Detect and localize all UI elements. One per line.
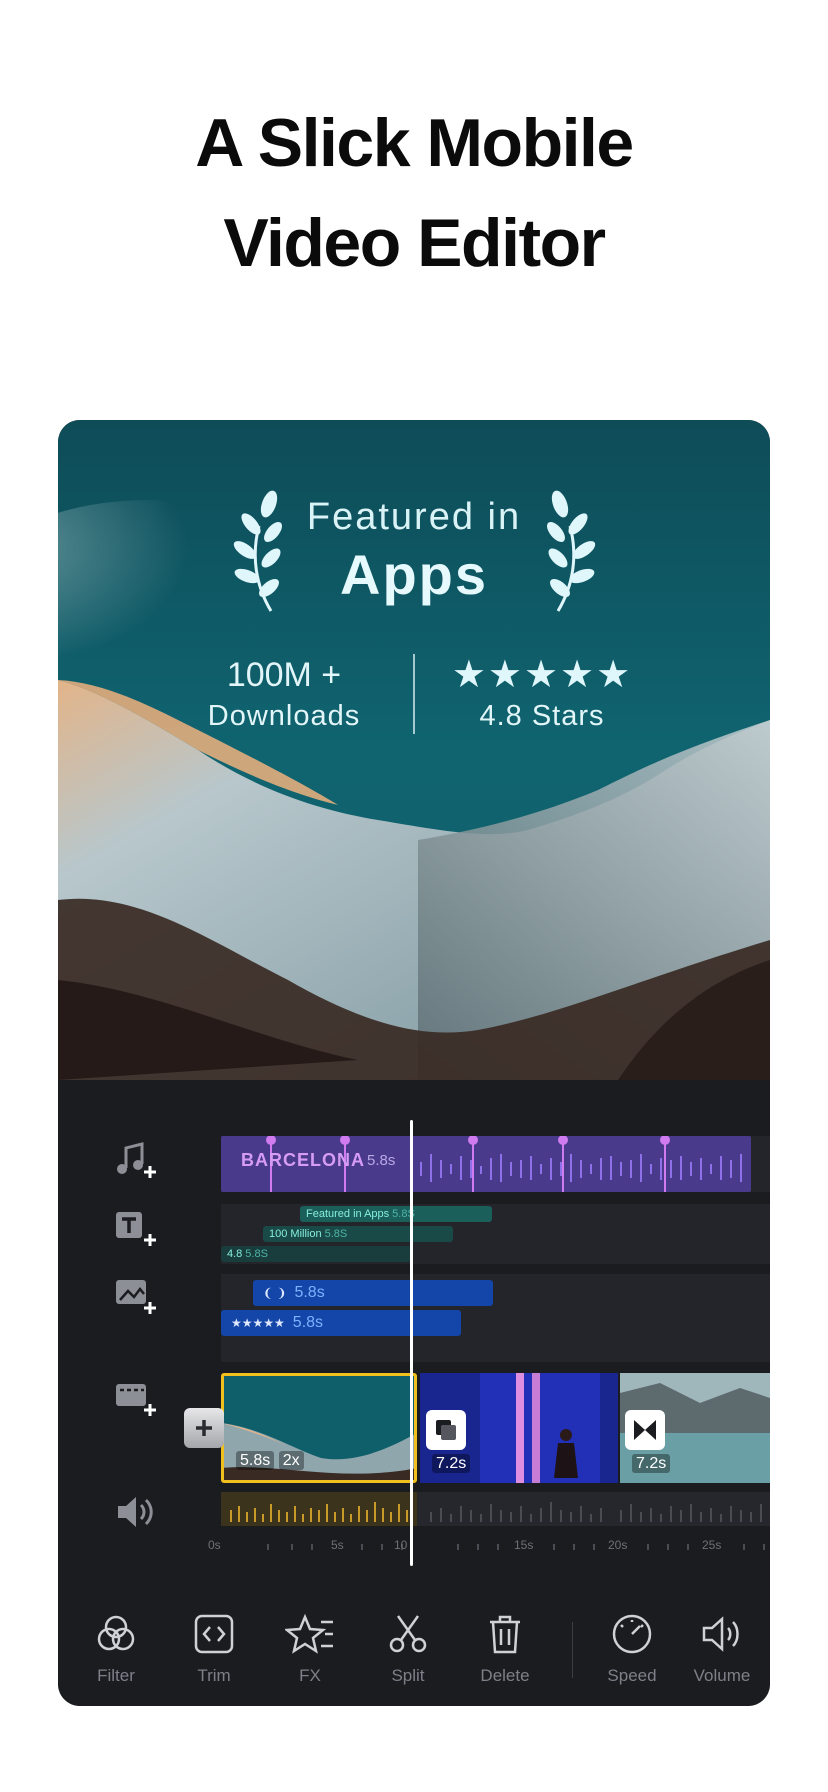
- trim-icon: [194, 1614, 234, 1654]
- headline-line-1: A Slick Mobile: [195, 105, 634, 181]
- downloads-value: 100M +: [226, 656, 342, 694]
- speed-button[interactable]: Speed: [586, 1612, 678, 1686]
- ruler-label: 15s: [514, 1538, 534, 1552]
- text-clip[interactable]: 100 Million 5.8S: [263, 1226, 453, 1242]
- rating-stat: ★★★★★ 4.8 Stars: [412, 654, 672, 736]
- volume-button[interactable]: Volume: [676, 1612, 768, 1686]
- split-button[interactable]: Split: [362, 1612, 454, 1686]
- text-clip-duration: 5.8S: [245, 1248, 268, 1260]
- add-clip-button[interactable]: [184, 1408, 224, 1448]
- filter-button[interactable]: Filter: [70, 1612, 162, 1686]
- audio-waveform-lane: [221, 1492, 770, 1526]
- rating-stars-icon: ★★★★★: [451, 654, 633, 696]
- master-volume-icon[interactable]: [114, 1492, 158, 1532]
- rating-label: 4.8 Stars: [479, 700, 605, 732]
- music-clip[interactable]: BARCELONA 5.8s: [221, 1136, 751, 1192]
- volume-label: Volume: [693, 1666, 751, 1685]
- featured-apps-heading: Apps: [340, 543, 488, 606]
- video-clip-duration: 5.8s: [236, 1451, 275, 1470]
- transition-button[interactable]: [426, 1410, 466, 1450]
- video-clip-speed: 2x: [278, 1451, 304, 1470]
- speed-icon: [612, 1614, 652, 1654]
- ruler-label: 25s: [702, 1538, 722, 1552]
- image-clip-duration: 5.8s: [292, 1314, 324, 1331]
- fx-icon: [285, 1613, 333, 1654]
- image-clip[interactable]: ❨ ❩ 5.8s: [253, 1280, 493, 1306]
- speed-label: Speed: [607, 1666, 657, 1685]
- add-music-icon[interactable]: [114, 1140, 158, 1180]
- featured-heading: Featured in: [306, 496, 522, 538]
- delete-label: Delete: [480, 1666, 530, 1685]
- add-image-icon[interactable]: [114, 1276, 158, 1316]
- transition-button[interactable]: [625, 1410, 665, 1450]
- video-clip-info: 7.2s: [632, 1454, 671, 1473]
- playhead[interactable]: [410, 1120, 413, 1566]
- filter-icon: [97, 1615, 135, 1651]
- image-clip-duration: 5.8s: [294, 1284, 325, 1301]
- volume-icon: [702, 1616, 739, 1652]
- edit-toolbar: Filter Trim FX Split Delete Speed Volume: [58, 1612, 770, 1706]
- video-clip-duration: 7.2s: [432, 1454, 471, 1473]
- text-clip[interactable]: Featured in Apps 5.8S: [300, 1206, 492, 1222]
- delete-icon: [490, 1615, 520, 1654]
- ruler-label: 20s: [608, 1538, 628, 1552]
- music-clip-duration: 5.8s: [367, 1152, 396, 1169]
- text-clip-label: Featured in Apps: [306, 1208, 390, 1220]
- filter-label: Filter: [97, 1666, 135, 1685]
- plus-icon: [196, 1420, 212, 1436]
- video-clip-duration: 7.2s: [632, 1454, 671, 1473]
- downloads-stat: 100M + Downloads: [154, 654, 414, 736]
- toolbar-divider: [572, 1622, 573, 1678]
- music-clip-title: BARCELONA: [241, 1150, 365, 1170]
- ruler-ticks: [267, 1544, 765, 1550]
- video-clip-selected[interactable]: 5.8s 2x: [221, 1373, 417, 1483]
- video-clip-info: 5.8s 2x: [236, 1451, 304, 1470]
- stars-sticker-icon: ★★★★★: [231, 1316, 285, 1330]
- ruler-label: 0s: [208, 1538, 221, 1552]
- trim-label: Trim: [197, 1666, 231, 1685]
- video-preview: Featured in Apps 100M + Downloads ★★★★★ …: [58, 420, 770, 1080]
- transition-bowtie-icon: [634, 1420, 656, 1440]
- image-clip[interactable]: ★★★★★ 5.8s: [221, 1310, 461, 1336]
- laurel-sticker-icon: ❨ ❩: [263, 1286, 287, 1300]
- ruler-label: 10: [394, 1538, 408, 1552]
- text-clip-label: 4.8: [227, 1248, 243, 1260]
- ruler-label: 5s: [331, 1538, 344, 1552]
- add-video-icon[interactable]: [114, 1378, 158, 1418]
- text-clip-duration: 5.8S: [324, 1228, 348, 1240]
- split-label: Split: [391, 1666, 425, 1685]
- text-clip-label: 100 Million: [269, 1228, 322, 1240]
- time-ruler[interactable]: 0s 5s 10 15s 20s 25s: [208, 1536, 770, 1560]
- trim-button[interactable]: Trim: [168, 1612, 260, 1686]
- delete-button[interactable]: Delete: [459, 1612, 551, 1686]
- fx-label: FX: [299, 1666, 321, 1685]
- app-screenshot: Featured in Apps 100M + Downloads ★★★★★ …: [58, 420, 770, 1706]
- timeline-editor: BARCELONA 5.8s Featured in Apps 5.8S 100 …: [58, 1080, 770, 1706]
- headline-line-2: Video Editor: [223, 205, 606, 281]
- video-clip-info: 7.2s: [432, 1454, 471, 1473]
- audio-waveform: [221, 1492, 762, 1526]
- fx-button[interactable]: FX: [264, 1612, 356, 1686]
- text-clip[interactable]: 4.8 5.8S: [221, 1246, 411, 1262]
- transition-overlap-icon: [436, 1420, 456, 1440]
- split-icon: [389, 1615, 427, 1653]
- add-text-icon[interactable]: [114, 1208, 158, 1248]
- downloads-label: Downloads: [207, 700, 361, 732]
